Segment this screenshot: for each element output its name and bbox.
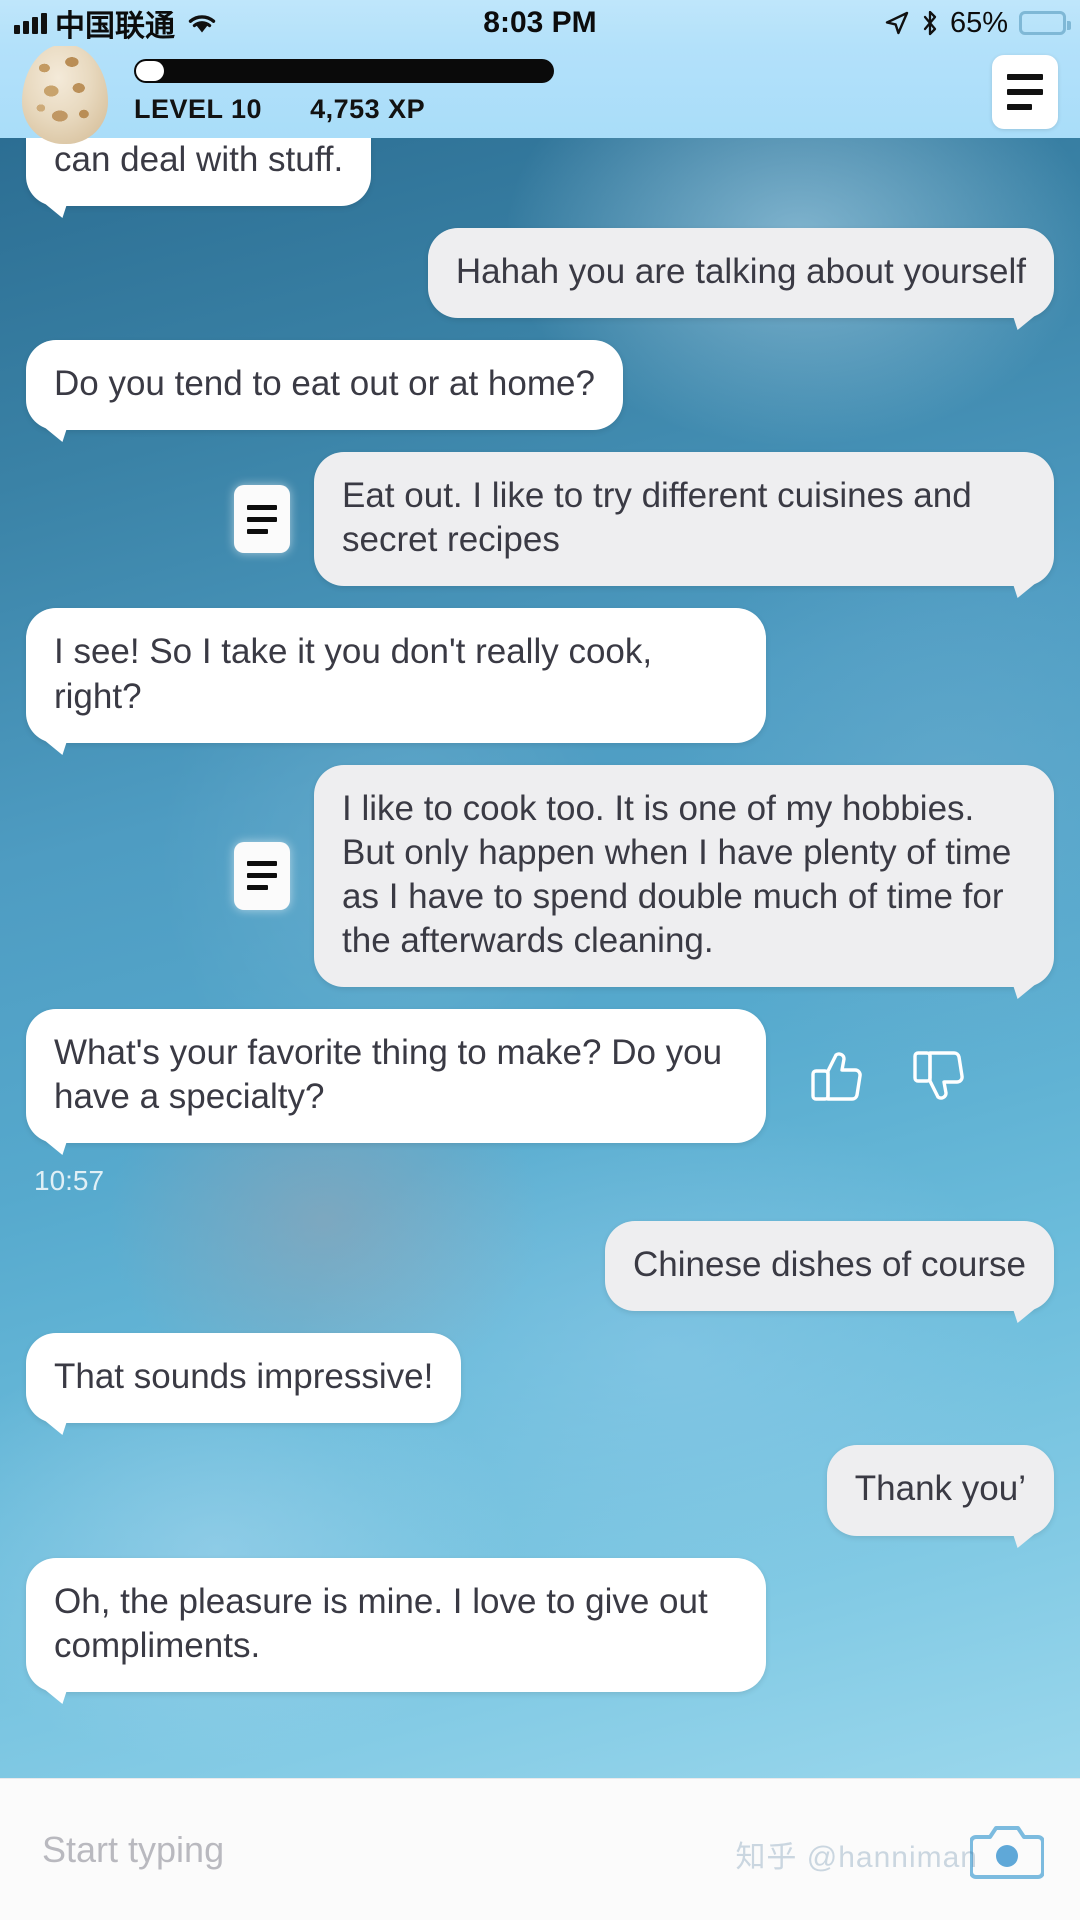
bluetooth-icon	[921, 10, 939, 36]
message-row: Chinese dishes of course	[0, 1221, 1080, 1312]
message-bubble-incoming[interactable]: I see! So I take it you don't really coo…	[26, 608, 766, 743]
message-bubble-outgoing[interactable]: Thank you’	[826, 1445, 1054, 1536]
location-arrow-icon	[884, 10, 910, 36]
message-bubble-outgoing[interactable]: Eat out. I like to try different cuisine…	[314, 452, 1054, 587]
transcript-lines-icon[interactable]	[234, 485, 290, 554]
message-row: Oh, the pleasure is mine. I love to give…	[0, 1557, 1080, 1692]
message-list: can deal with stuff. Hahah you are talki…	[0, 138, 1080, 1692]
message-bubble-outgoing[interactable]: Hahah you are talking about yourself	[427, 228, 1054, 319]
header-stats: LEVEL 10 4,753 XP	[134, 94, 554, 125]
message-timestamp: 10:57	[34, 1165, 105, 1197]
app-header: LEVEL 10 4,753 XP	[0, 44, 1080, 144]
message-row: Thank you’	[0, 1445, 1080, 1536]
message-row: What's your favorite thing to make? Do y…	[0, 1009, 1080, 1144]
status-bar: 中国联通 8:03 PM 65%	[0, 0, 1080, 46]
status-bar-right: 65%	[884, 7, 1080, 40]
egg-avatar[interactable]	[22, 44, 108, 144]
message-row: Eat out. I like to try different cuisine…	[0, 452, 1080, 587]
camera-icon[interactable]	[970, 1817, 1044, 1883]
header-progress-group: LEVEL 10 4,753 XP	[134, 59, 554, 125]
message-row: I like to cook too. It is one of my hobb…	[0, 764, 1080, 988]
message-row: I see! So I take it you don't really coo…	[0, 608, 1080, 743]
message-row: Do you tend to eat out or at home?	[0, 340, 1080, 431]
chat-scroll-area[interactable]: can deal with stuff. Hahah you are talki…	[0, 138, 1080, 1778]
message-bubble-incoming[interactable]: That sounds impressive!	[26, 1333, 462, 1424]
message-bubble-incoming[interactable]: Do you tend to eat out or at home?	[26, 340, 623, 431]
level-label: LEVEL 10	[134, 94, 263, 124]
message-bubble-incoming[interactable]: can deal with stuff.	[26, 138, 372, 207]
xp-label: 4,753 XP	[310, 94, 426, 124]
message-bubble-outgoing[interactable]: Chinese dishes of course	[605, 1221, 1054, 1312]
battery-percent-label: 65%	[949, 6, 1008, 39]
message-row: That sounds impressive!	[0, 1333, 1080, 1424]
watermark: 知乎 @hanniman	[735, 1841, 978, 1874]
thumbs-up-icon[interactable]	[808, 1047, 870, 1105]
message-bubble-incoming[interactable]: What's your favorite thing to make? Do y…	[26, 1009, 766, 1144]
message-bubble-outgoing[interactable]: I like to cook too. It is one of my hobb…	[314, 764, 1054, 988]
phone-screen: 中国联通 8:03 PM 65% LEVEL 10 4,753 XP can d…	[0, 0, 1080, 1920]
hamburger-menu-icon[interactable]	[992, 55, 1058, 129]
transcript-lines-icon[interactable]	[234, 841, 290, 910]
message-row: can deal with stuff.	[0, 138, 1080, 207]
thumbs-down-icon[interactable]	[910, 1047, 972, 1105]
xp-progress-bar	[134, 59, 554, 83]
reaction-buttons	[808, 1047, 972, 1105]
message-bubble-incoming[interactable]: Oh, the pleasure is mine. I love to give…	[26, 1557, 766, 1692]
message-row: Hahah you are talking about yourself	[0, 228, 1080, 319]
battery-icon	[1019, 11, 1071, 35]
